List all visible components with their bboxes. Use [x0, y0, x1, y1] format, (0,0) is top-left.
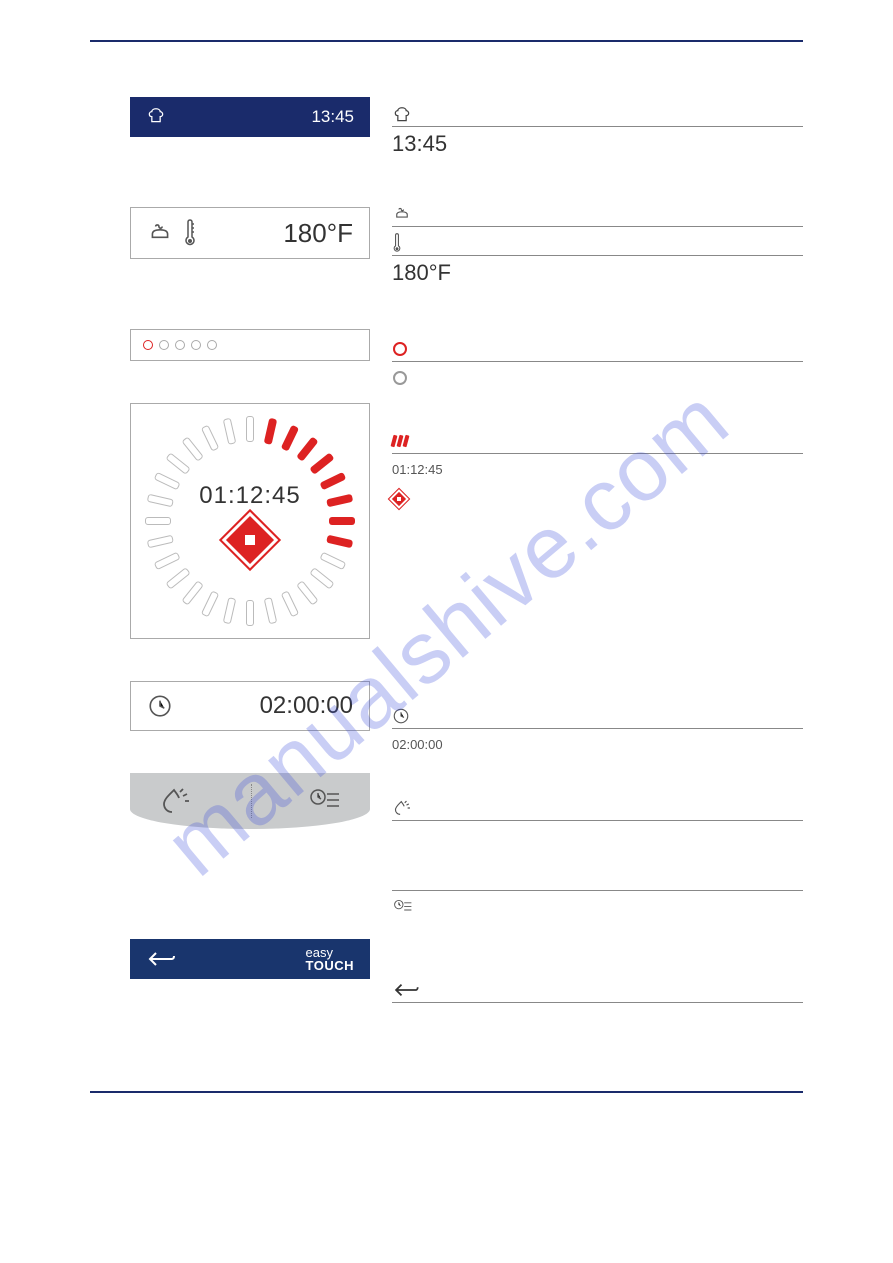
header-bar[interactable]: 13:45	[130, 97, 370, 137]
desc-row-empty	[392, 820, 803, 890]
temperature-value: 180°F	[283, 218, 353, 249]
left-column: 13:45 180°F	[90, 97, 370, 1031]
spray-button[interactable]	[158, 784, 196, 818]
clock-icon	[392, 707, 410, 725]
desc-stop-row	[392, 482, 803, 511]
thermometer-icon	[392, 232, 402, 254]
phase-dot	[159, 340, 169, 350]
options-bar	[130, 773, 370, 829]
back-button[interactable]	[146, 949, 176, 969]
clock-value: 02:00:00	[260, 692, 353, 720]
desc-chef-icon-row	[392, 97, 803, 126]
steam-icon	[392, 205, 412, 223]
desc-inactive-phase-row	[392, 361, 803, 390]
phase-dot	[175, 340, 185, 350]
stop-icon	[245, 535, 255, 545]
phase-dot-active	[143, 340, 153, 350]
dial-time: 01:12:45	[199, 482, 300, 510]
desc-row: 180°F	[392, 255, 803, 286]
desc-temp-value: 180°F	[392, 260, 451, 285]
thermometer-icon	[183, 218, 197, 248]
temperature-row[interactable]: 180°F	[130, 207, 370, 259]
clock-icon	[147, 693, 173, 719]
desc-clock-value: 02:00:00	[392, 737, 443, 752]
desc-thermometer-row	[392, 226, 803, 255]
brand-touch: TOUCH	[306, 958, 354, 973]
bottom-rule	[90, 1091, 803, 1093]
dial-panel[interactable]: 01:12:45	[130, 403, 370, 639]
desc-back-row	[392, 973, 803, 1002]
right-column: 13:45 180°F	[392, 97, 803, 1031]
chef-hat-icon	[146, 105, 166, 130]
desc-schedule-row	[392, 890, 803, 919]
page: 13:45 180°F	[0, 0, 893, 1133]
desc-steam-icon-row	[392, 197, 803, 226]
spray-icon	[392, 798, 414, 818]
back-icon	[392, 981, 420, 999]
desc-row: 02:00:00	[392, 728, 803, 757]
stop-icon	[389, 489, 409, 509]
phase-row[interactable]	[130, 329, 370, 361]
desc-active-phase-row	[392, 332, 803, 361]
content: 13:45 180°F	[90, 97, 803, 1031]
brand-logo: easy TOUCH	[306, 946, 354, 972]
chef-hat-icon	[392, 104, 412, 124]
phase-dot	[191, 340, 201, 350]
desc-time: 13:45	[392, 131, 447, 156]
schedule-button[interactable]	[307, 786, 343, 816]
ticks-icon	[392, 435, 408, 447]
footer-bar: easy TOUCH	[130, 939, 370, 979]
desc-row-empty	[392, 1002, 803, 1031]
desc-row: 01:12:45	[392, 453, 803, 482]
header-time: 13:45	[311, 107, 354, 127]
stop-button[interactable]	[222, 512, 279, 569]
phase-dot	[207, 340, 217, 350]
active-phase-icon	[392, 341, 408, 357]
desc-dial-time: 01:12:45	[392, 462, 443, 477]
desc-clock-icon-row	[392, 699, 803, 728]
dial-center: 01:12:45	[131, 404, 369, 638]
desc-ticks-row	[392, 424, 803, 453]
steam-icon	[147, 220, 173, 246]
inactive-phase-icon	[392, 370, 408, 386]
clock-row[interactable]: 02:00:00	[130, 681, 370, 731]
options-divider	[251, 784, 252, 818]
desc-row: 13:45	[392, 126, 803, 157]
schedule-icon	[392, 898, 414, 916]
desc-spray-row	[392, 791, 803, 820]
top-rule	[90, 40, 803, 42]
